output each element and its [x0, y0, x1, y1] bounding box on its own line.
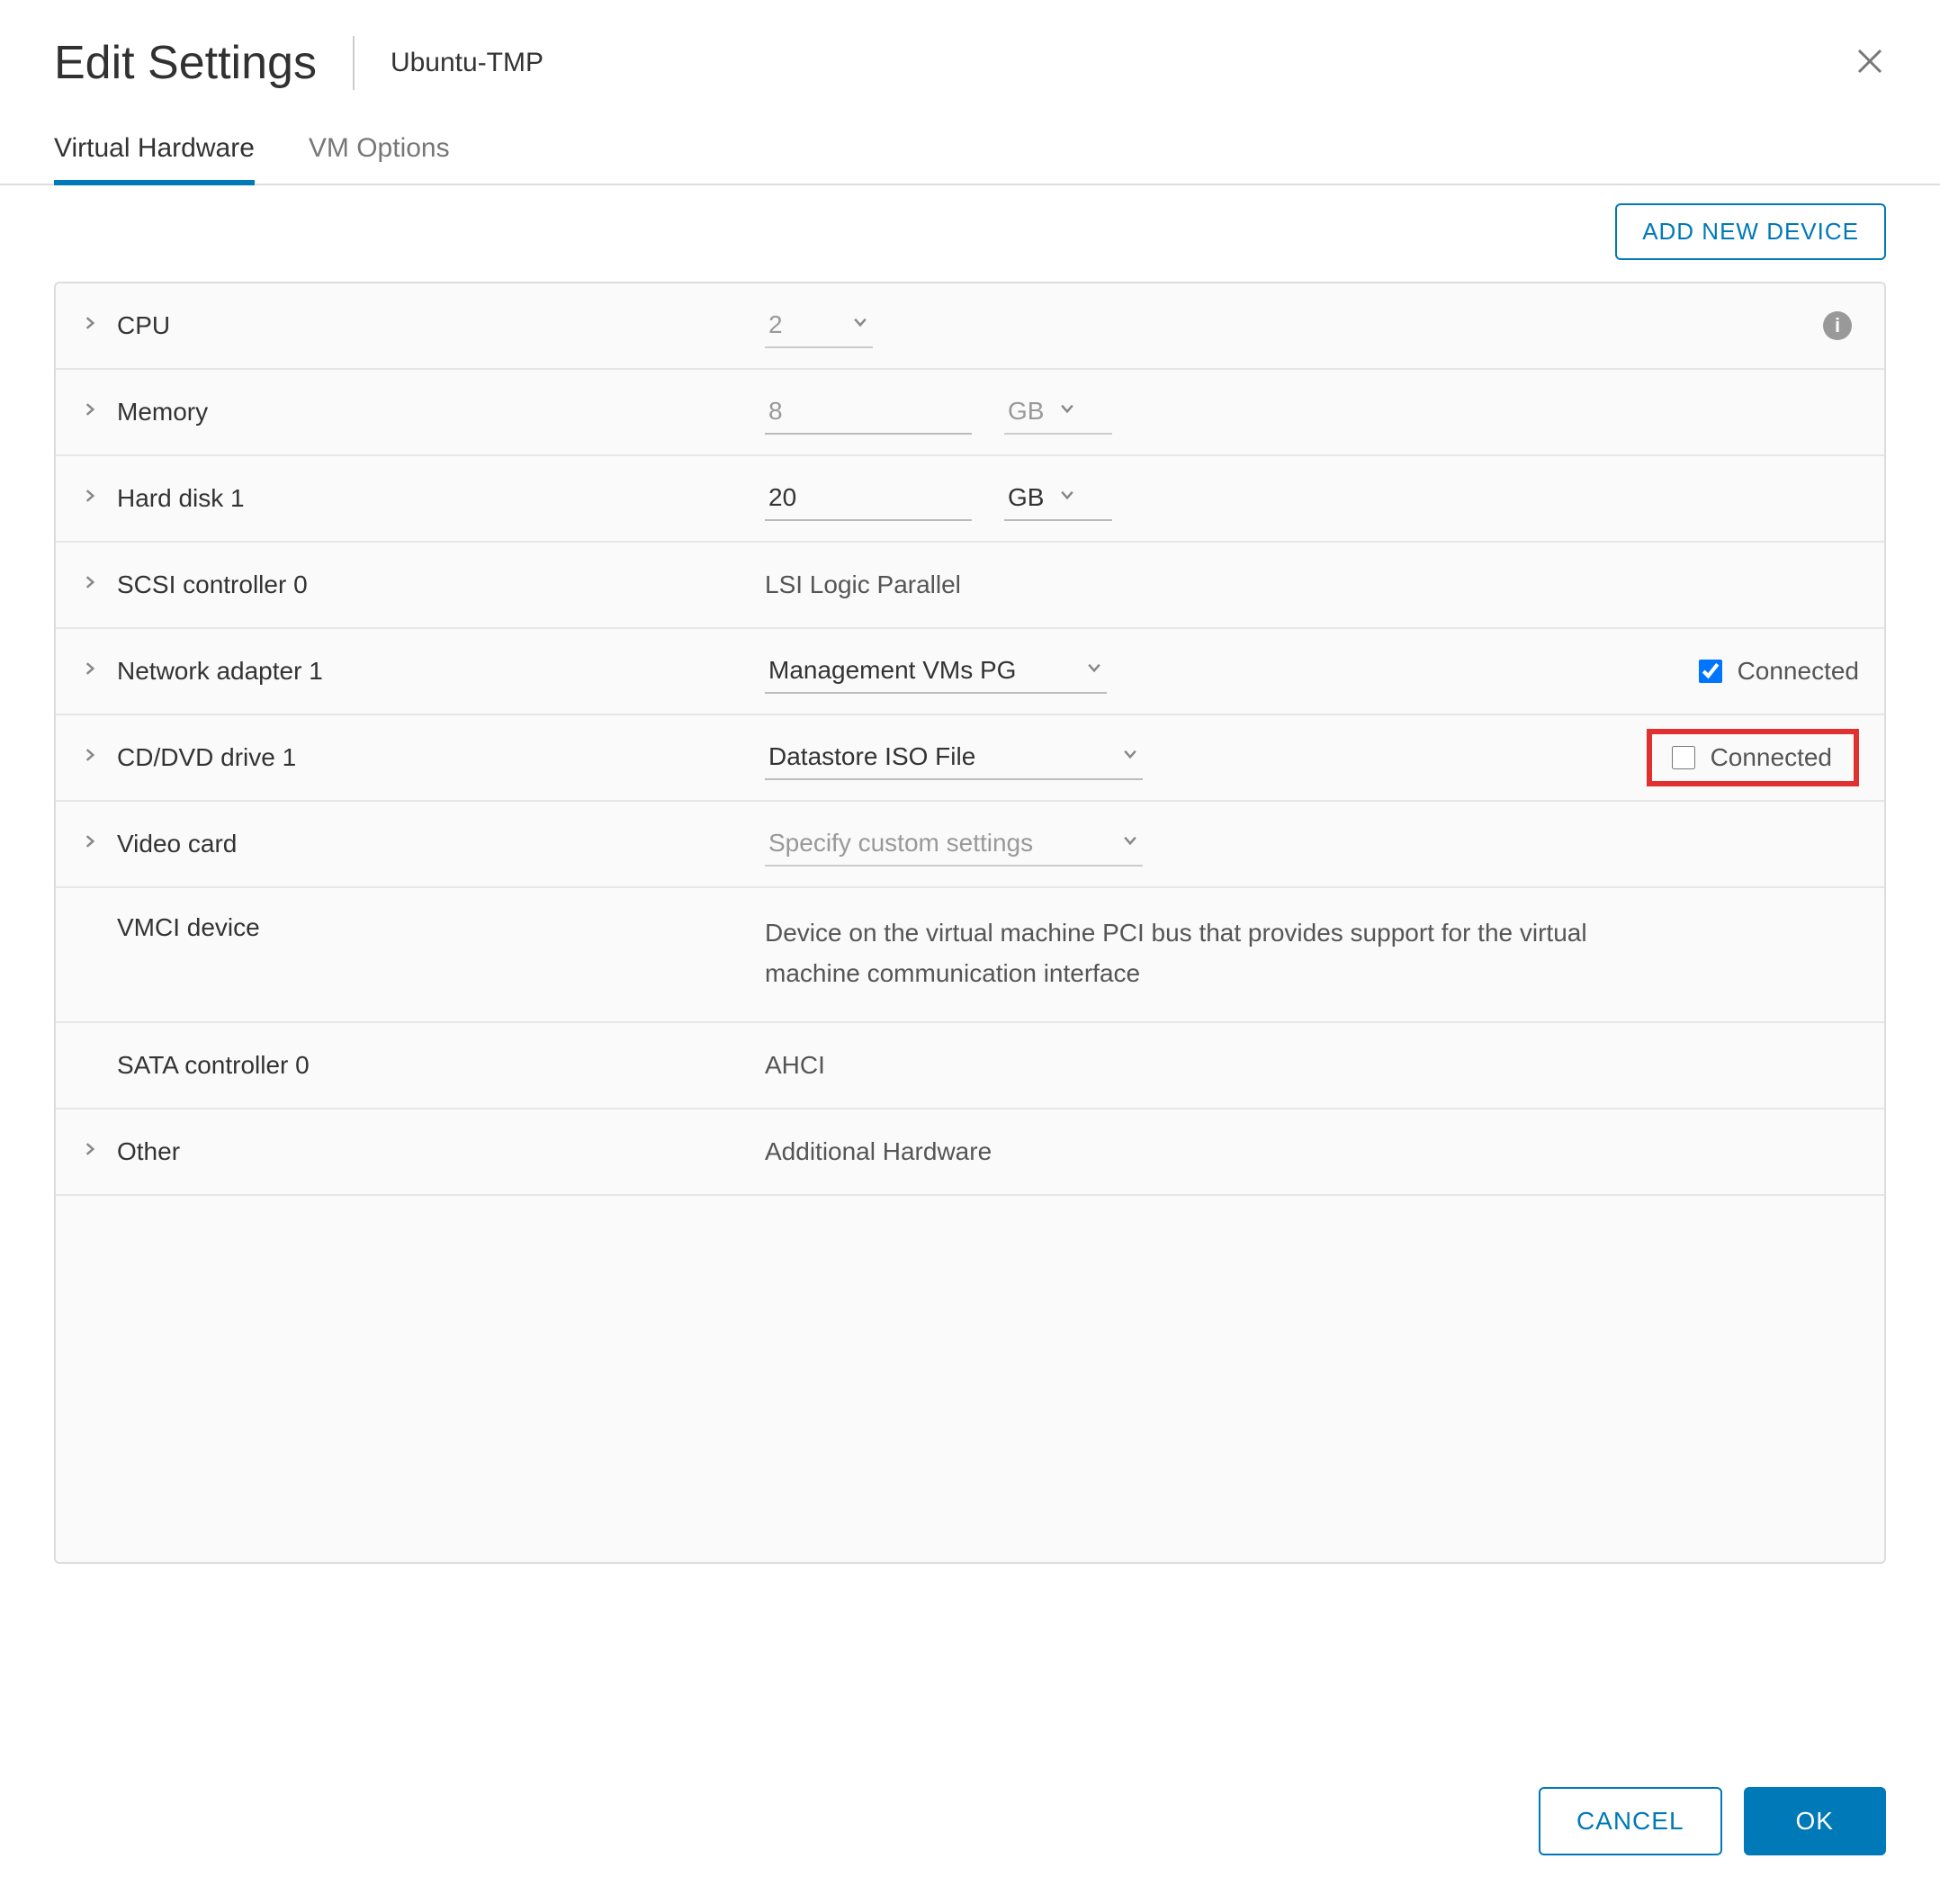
- row-sata: SATA controller 0 AHCI: [56, 1023, 1884, 1109]
- edit-settings-dialog: Edit Settings Ubuntu-TMP Virtual Hardwar…: [0, 0, 1940, 1904]
- vmci-value-cell: Device on the virtual machine PCI bus th…: [765, 913, 1859, 994]
- dialog-title: Edit Settings: [54, 36, 355, 90]
- row-vmci: VMCI device Device on the virtual machin…: [56, 888, 1884, 1023]
- network-connected-label: Connected: [1738, 657, 1859, 686]
- hard-disk-unit-select[interactable]: GB: [1004, 476, 1112, 521]
- ok-button[interactable]: OK: [1744, 1787, 1886, 1855]
- memory-value-cell: GB: [765, 390, 1859, 435]
- memory-input[interactable]: [765, 390, 972, 435]
- chevron-down-icon: [1085, 659, 1103, 682]
- sata-label: SATA controller 0: [117, 1051, 765, 1080]
- dialog-header: Edit Settings Ubuntu-TMP: [0, 0, 1940, 117]
- hardware-panel: CPU 2 i Memory GB: [54, 282, 1886, 1564]
- video-select[interactable]: Specify custom settings: [765, 822, 1143, 867]
- tab-vm-options[interactable]: VM Options: [309, 117, 450, 185]
- chevron-down-icon: [1058, 400, 1076, 423]
- memory-unit-select[interactable]: GB: [1004, 390, 1112, 435]
- network-connected-checkbox[interactable]: [1699, 660, 1722, 683]
- cd-dvd-select[interactable]: Datastore ISO File: [765, 735, 1143, 780]
- scsi-value: LSI Logic Parallel: [765, 570, 1859, 599]
- hard-disk-value-cell: GB: [765, 476, 1859, 521]
- cpu-select[interactable]: 2: [765, 303, 873, 348]
- cpu-value: 2: [768, 310, 783, 339]
- expand-scsi-icon[interactable]: [81, 572, 117, 597]
- video-label: Video card: [117, 830, 765, 858]
- row-cd-dvd: CD/DVD drive 1 Datastore ISO File Connec…: [56, 715, 1884, 802]
- row-video: Video card Specify custom settings: [56, 802, 1884, 888]
- tab-bar: Virtual Hardware VM Options: [0, 117, 1940, 185]
- cpu-value-cell: 2: [765, 303, 1859, 348]
- info-icon[interactable]: i: [1823, 311, 1852, 340]
- scsi-label: SCSI controller 0: [117, 570, 765, 599]
- expand-cd-dvd-icon[interactable]: [81, 745, 117, 770]
- network-select[interactable]: Management VMs PG: [765, 649, 1107, 694]
- row-memory: Memory GB: [56, 370, 1884, 456]
- cd-dvd-label: CD/DVD drive 1: [117, 743, 765, 772]
- video-value: Specify custom settings: [768, 829, 1033, 858]
- expand-network-icon[interactable]: [81, 659, 117, 684]
- row-network: Network adapter 1 Management VMs PG Conn…: [56, 629, 1884, 715]
- row-cpu: CPU 2 i: [56, 283, 1884, 370]
- other-value: Additional Hardware: [765, 1137, 1859, 1166]
- cpu-label: CPU: [117, 311, 765, 340]
- other-label: Other: [117, 1137, 765, 1166]
- hard-disk-input[interactable]: [765, 476, 972, 521]
- expand-video-icon[interactable]: [81, 831, 117, 857]
- cancel-button[interactable]: CANCEL: [1539, 1787, 1722, 1855]
- cd-dvd-connected-label: Connected: [1711, 743, 1832, 772]
- dialog-footer: CANCEL OK: [1539, 1787, 1886, 1855]
- chevron-down-icon: [1058, 486, 1076, 509]
- row-hard-disk: Hard disk 1 GB: [56, 456, 1884, 543]
- close-icon[interactable]: [1854, 45, 1886, 84]
- chevron-down-icon: [1121, 745, 1139, 768]
- expand-memory-icon[interactable]: [81, 400, 117, 425]
- add-new-device-button[interactable]: ADD NEW DEVICE: [1615, 203, 1886, 260]
- tab-virtual-hardware[interactable]: Virtual Hardware: [54, 117, 255, 185]
- expand-hard-disk-icon[interactable]: [81, 486, 117, 511]
- network-connected-box: Connected: [1695, 657, 1859, 686]
- dialog-subtitle: Ubuntu-TMP: [355, 48, 543, 78]
- row-other: Other Additional Hardware: [56, 1109, 1884, 1196]
- vmci-label: VMCI device: [117, 913, 765, 942]
- chevron-down-icon: [851, 313, 869, 337]
- cd-dvd-value: Datastore ISO File: [768, 742, 975, 771]
- sata-value: AHCI: [765, 1051, 1859, 1080]
- expand-cpu-icon[interactable]: [81, 313, 117, 338]
- vmci-value: Device on the virtual machine PCI bus th…: [765, 913, 1665, 994]
- memory-label: Memory: [117, 398, 765, 427]
- hard-disk-unit: GB: [1008, 483, 1044, 512]
- row-scsi: SCSI controller 0 LSI Logic Parallel: [56, 543, 1884, 629]
- network-value: Management VMs PG: [768, 656, 1016, 685]
- memory-unit: GB: [1008, 397, 1044, 426]
- video-value-cell: Specify custom settings: [765, 822, 1859, 867]
- chevron-down-icon: [1121, 831, 1139, 855]
- cd-dvd-connected-box: Connected: [1647, 729, 1859, 786]
- toolbar: ADD NEW DEVICE: [0, 185, 1940, 282]
- network-label: Network adapter 1: [117, 657, 765, 686]
- hard-disk-label: Hard disk 1: [117, 484, 765, 513]
- expand-other-icon[interactable]: [81, 1139, 117, 1164]
- cd-dvd-connected-checkbox[interactable]: [1672, 746, 1695, 769]
